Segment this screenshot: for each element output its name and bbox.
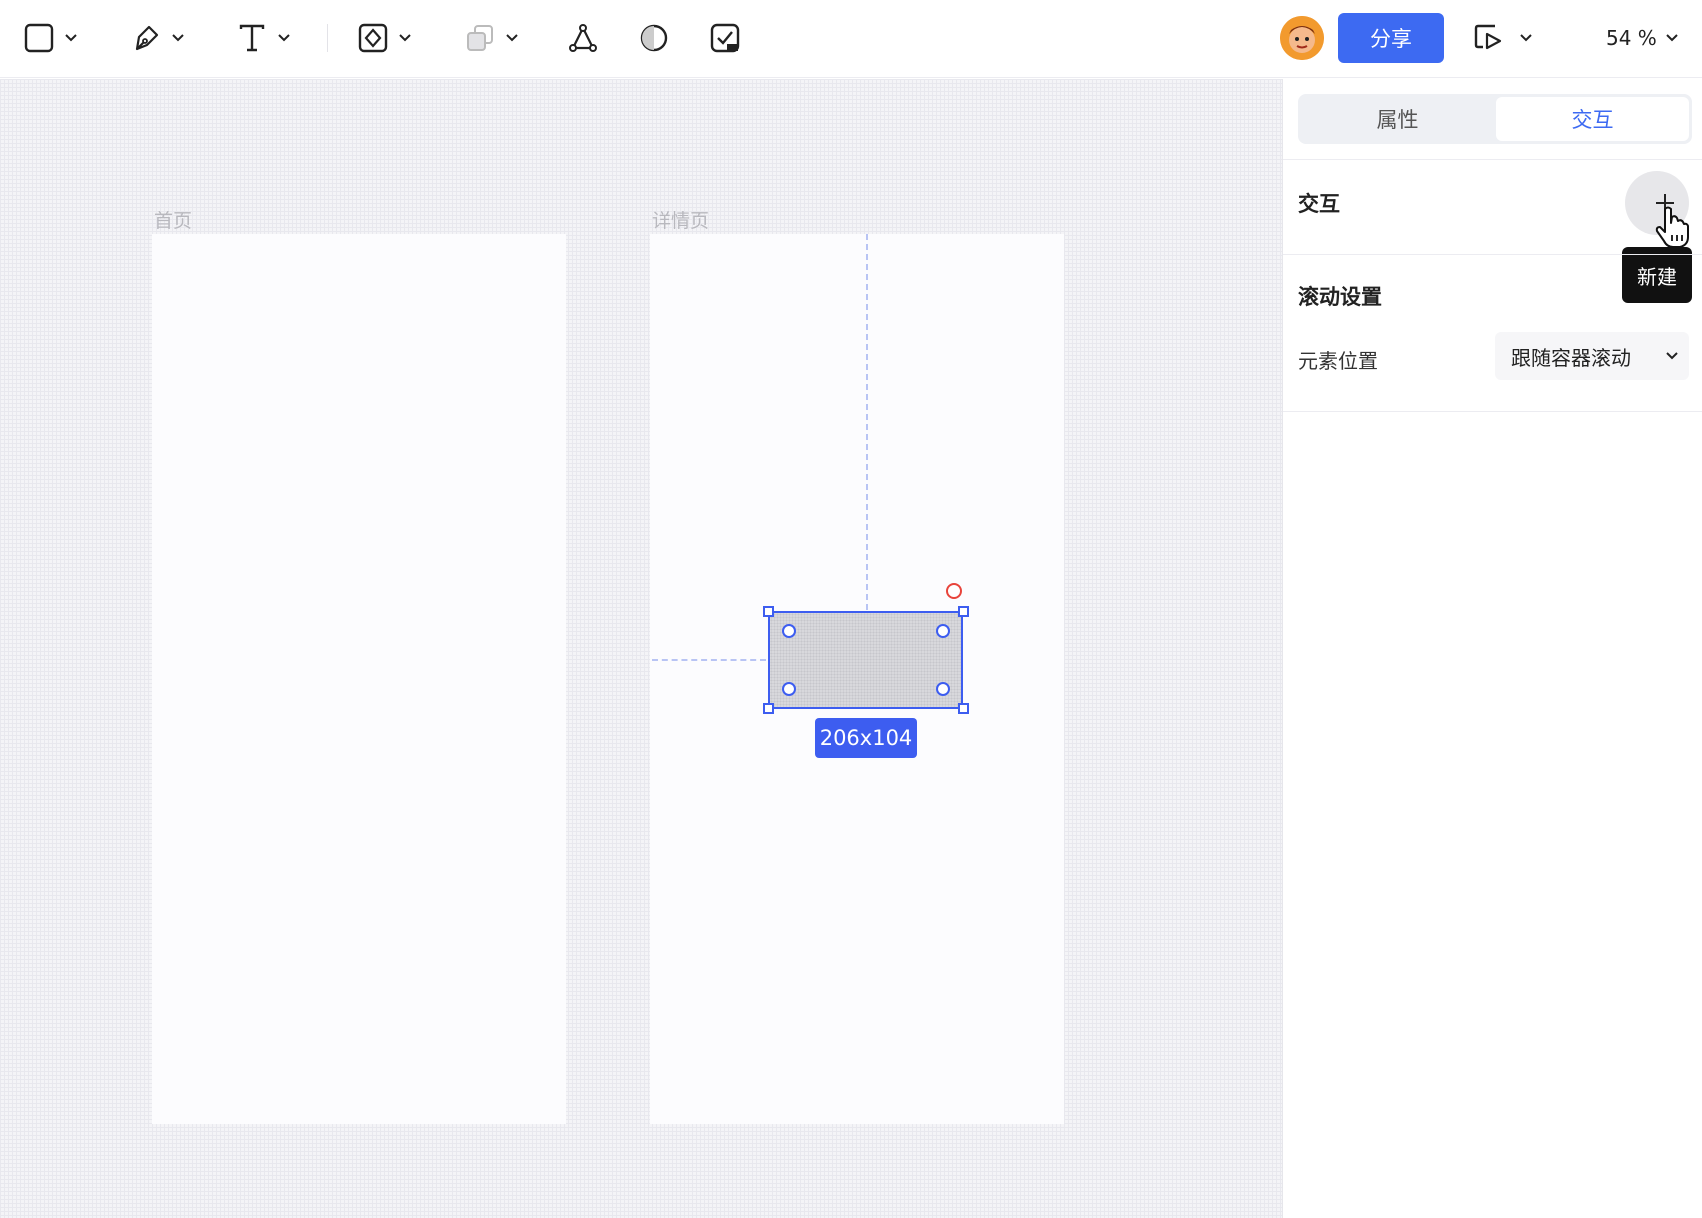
share-button[interactable]: 分享 [1338,13,1444,63]
chevron-down-icon[interactable] [171,33,185,43]
element-position-value: 跟随容器滚动 [1511,345,1631,370]
contrast-tool[interactable] [639,16,669,60]
square-icon [24,23,54,53]
play-preview-icon [1474,24,1502,50]
preview-tool[interactable] [1473,16,1533,60]
chevron-down-icon[interactable] [277,33,291,43]
frame-label-detail[interactable]: 详情页 [652,206,709,233]
interaction-section-title: 交互 [1298,192,1340,216]
component-tool[interactable] [358,16,412,60]
panel-tabs: 属性 交互 [1298,94,1692,144]
resize-handle-top-right[interactable] [958,606,969,617]
zoom-label: 54 % [1606,26,1657,50]
divider [1283,254,1702,255]
selected-rectangle[interactable] [768,611,963,709]
text-tool[interactable] [237,16,291,60]
corner-radius-handle[interactable] [936,682,950,696]
corner-radius-handle[interactable] [782,624,796,638]
chevron-down-icon [1666,352,1678,360]
toolbar-divider [327,24,328,52]
resize-handle-bottom-left[interactable] [763,703,774,714]
hand-pointer-icon [1653,205,1693,253]
tab-interaction[interactable]: 交互 [1496,97,1689,141]
tooltip-new: 新建 [1622,247,1692,303]
vector-network-tool[interactable] [568,16,598,60]
pen-icon [135,25,159,51]
boolean-icon [467,25,493,51]
frame-home[interactable] [152,234,566,1124]
tab-properties[interactable]: 属性 [1301,97,1494,141]
component-icon [358,23,388,53]
resize-handle-bottom-right[interactable] [958,703,969,714]
avatar[interactable] [1280,16,1324,60]
alignment-guide-horizontal [652,659,766,661]
size-badge: 206x104 [815,718,917,758]
half-circle-icon [640,24,668,52]
resize-handle-top-left[interactable] [763,606,774,617]
alignment-guide-vertical [866,234,868,610]
rotate-handle[interactable] [946,583,962,599]
ai-check-icon [710,23,740,53]
chevron-down-icon[interactable] [398,33,412,43]
frame-label-home[interactable]: 首页 [154,206,192,233]
divider [1283,159,1702,160]
top-toolbar: 分享 54 % [0,0,1702,78]
boolean-tool[interactable] [465,16,519,60]
zoom-control[interactable]: 54 % [1606,22,1679,54]
element-position-select[interactable]: 跟随容器滚动 [1495,332,1689,380]
vector-network-icon [569,24,597,52]
avatar-face-icon [1280,16,1324,60]
chevron-down-icon[interactable] [1519,33,1533,43]
inspector-panel: 属性 交互 交互 新建 滚动设置 元素位置 跟随容器滚动 [1282,79,1702,1218]
ai-check-tool[interactable] [710,16,740,60]
chevron-down-icon [1666,34,1678,42]
text-icon [239,24,265,52]
element-position-label: 元素位置 [1298,349,1378,373]
chevron-down-icon[interactable] [64,33,78,43]
pen-tool[interactable] [131,16,185,60]
divider [1283,411,1702,412]
rectangle-tool[interactable] [24,16,78,60]
corner-radius-handle[interactable] [936,624,950,638]
corner-radius-handle[interactable] [782,682,796,696]
scroll-settings-title: 滚动设置 [1298,285,1382,309]
chevron-down-icon[interactable] [505,33,519,43]
